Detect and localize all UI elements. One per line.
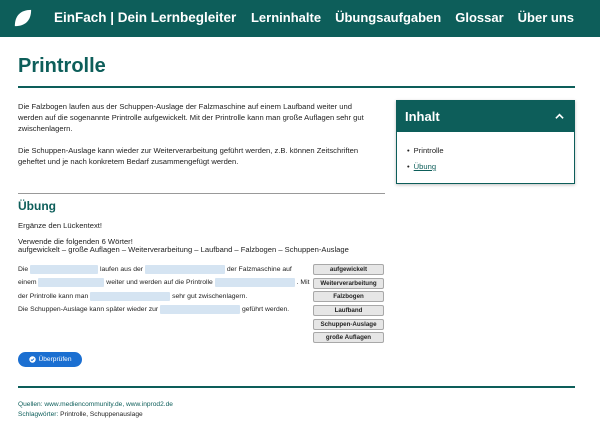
exercise-instruction: Ergänze den Lückentext! (18, 221, 103, 230)
blank-6[interactable] (160, 304, 241, 314)
footer-sources: Quellen: www.mediencommunity.de, www.inp… (18, 401, 173, 408)
check-circle-icon (28, 356, 36, 363)
page-title: Printrolle (18, 55, 106, 77)
toc-header[interactable]: Inhalt (397, 101, 574, 132)
toc-list: Printrolle Übung (397, 132, 574, 175)
cloze-segment: Die Schuppen-Auslage kann später wieder … (18, 305, 159, 313)
table-of-contents: Inhalt Printrolle Übung (396, 100, 575, 184)
nav-uebungsaufgaben[interactable]: Übungsaufgaben (335, 10, 441, 25)
toc-title: Inhalt (405, 109, 440, 124)
exercise-words-list: aufgewickelt – große Auflagen – Weiterve… (18, 245, 349, 254)
blank-4[interactable] (214, 278, 295, 288)
exercise-divider (18, 193, 385, 194)
word-chip[interactable]: Falzbogen (313, 291, 384, 303)
main-nav: Lerninhalte Übungsaufgaben Glossar Über … (251, 10, 574, 25)
nav-glossar[interactable]: Glossar (455, 10, 503, 25)
word-chip[interactable]: große Auflagen (313, 332, 384, 344)
footer-keywords: Schlagwörter: Printrolle, Schuppenauslag… (18, 411, 143, 418)
blank-2[interactable] (144, 265, 225, 274)
sources-links[interactable]: www.mediencommunity.de, www.inprod2.de (44, 401, 173, 408)
leaf-logo-icon[interactable] (11, 7, 34, 30)
cloze-segment: laufen aus der (99, 266, 144, 273)
toc-item-uebung[interactable]: Übung (407, 159, 574, 175)
chevron-up-icon[interactable] (555, 112, 564, 121)
word-chip[interactable]: Schuppen-Auslage (313, 318, 384, 330)
keywords-value: Printrolle, Schuppenauslage (60, 411, 143, 418)
cloze-text: Die laufen aus der der Falzmaschine auf … (18, 263, 310, 316)
blank-5[interactable] (90, 291, 171, 301)
exercise-title: Übung (18, 199, 56, 213)
check-button-label: Überprüfen (38, 356, 72, 363)
top-navigation-bar: EinFach | Dein Lernbegleiter Lerninhalte… (0, 0, 600, 37)
keywords-label: Schlagwörter: (18, 411, 59, 418)
word-chip-list: aufgewickelt Weiterverarbeitung Falzboge… (313, 264, 384, 346)
word-chip[interactable]: aufgewickelt (313, 264, 384, 275)
blank-3[interactable] (38, 278, 105, 288)
intro-paragraph-1: Die Falzbogen laufen aus der Schuppen-Au… (18, 102, 364, 133)
title-divider (18, 86, 575, 88)
cloze-segment: Die (18, 266, 29, 273)
cloze-segment: weiter und werden auf die Printrolle (106, 279, 213, 287)
check-button[interactable]: Überprüfen (18, 352, 82, 367)
sources-label: Quellen: (18, 401, 43, 408)
cloze-segment: geführt werden. (241, 305, 290, 313)
nav-lerninhalte[interactable]: Lerninhalte (251, 10, 321, 25)
intro-paragraph-2: Die Schuppen-Auslage kann wieder zur Wei… (18, 146, 359, 166)
blank-1[interactable] (30, 265, 99, 274)
word-chip[interactable]: Weiterverarbeitung (313, 277, 384, 289)
nav-ueber-uns[interactable]: Über uns (518, 10, 574, 25)
toc-item-printrolle[interactable]: Printrolle (407, 143, 574, 159)
word-chip[interactable]: Laufband (313, 305, 384, 317)
brand-name[interactable]: EinFach | Dein Lernbegleiter (54, 10, 236, 25)
footer-divider (18, 386, 575, 388)
cloze-segment: sehr gut zwischenlagern. (172, 292, 248, 300)
